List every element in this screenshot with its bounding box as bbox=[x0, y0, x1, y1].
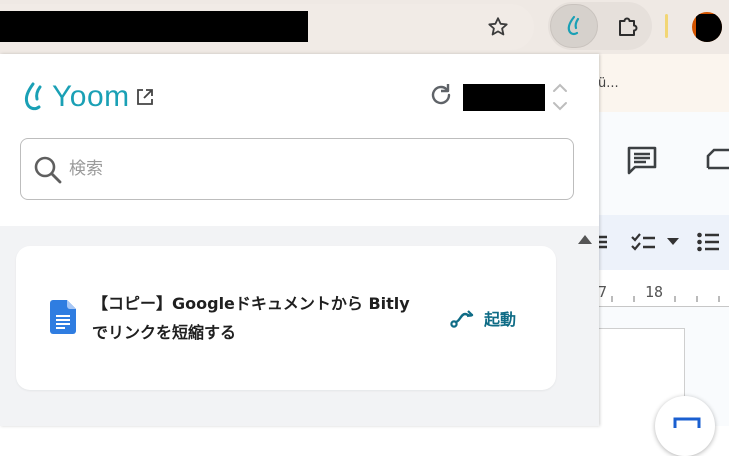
refresh-icon[interactable] bbox=[428, 82, 454, 108]
google-docs-icon bbox=[50, 300, 76, 334]
run-button-label: 起動 bbox=[484, 310, 517, 329]
redacted-avatar bbox=[696, 14, 722, 42]
floating-action-button[interactable] bbox=[655, 396, 715, 456]
docs-format-toolbar bbox=[597, 215, 729, 270]
yoom-extension-button[interactable] bbox=[550, 4, 598, 48]
bookmarks-strip-text: ü... bbox=[598, 76, 619, 91]
flow-card[interactable]: 【コピー】Googleドキュメントから Bitlyでリンクを短縮する 起動 bbox=[16, 246, 556, 390]
search-input[interactable] bbox=[69, 157, 549, 181]
bulleted-list-icon[interactable] bbox=[697, 232, 719, 252]
browser-toolbar bbox=[0, 0, 729, 54]
checklist-icon[interactable] bbox=[631, 232, 657, 252]
popup-header: Yoom bbox=[0, 54, 599, 226]
puzzle-icon bbox=[619, 17, 638, 36]
folder-icon[interactable] bbox=[706, 148, 729, 172]
star-icon bbox=[488, 17, 508, 36]
run-button[interactable]: 起動 bbox=[450, 304, 516, 332]
yoom-popup: Yoom 【コピー】G bbox=[0, 54, 599, 426]
ruler-number: 18 bbox=[645, 283, 664, 301]
extensions-menu-button[interactable] bbox=[612, 10, 644, 42]
comment-icon[interactable] bbox=[626, 144, 658, 176]
docs-ruler bbox=[599, 270, 729, 307]
yoom-logo-link[interactable]: Yoom bbox=[22, 80, 154, 114]
workspace-selector[interactable] bbox=[463, 84, 545, 111]
ruler-ticks bbox=[611, 296, 720, 302]
chevron-up-down-icon[interactable] bbox=[552, 82, 568, 112]
ruler-number: 7 bbox=[598, 283, 608, 301]
launch-icon bbox=[450, 310, 474, 328]
external-link-icon bbox=[136, 89, 153, 105]
flow-title: 【コピー】Googleドキュメントから Bitlyでリンクを短縮する bbox=[92, 294, 410, 342]
search-icon bbox=[34, 156, 62, 184]
redacted-url bbox=[0, 11, 308, 42]
toolbar-divider bbox=[665, 14, 668, 38]
search-box[interactable] bbox=[20, 138, 574, 200]
bookmark-star-button[interactable] bbox=[483, 12, 513, 42]
chevron-down-icon[interactable] bbox=[667, 238, 679, 246]
yoom-extension-icon bbox=[567, 15, 580, 36]
fab-icon bbox=[673, 417, 701, 428]
yoom-logo-mark-icon bbox=[24, 82, 42, 111]
yoom-logo-text: Yoom bbox=[52, 80, 130, 113]
caret-up-icon[interactable] bbox=[578, 234, 592, 244]
profile-avatar-button[interactable] bbox=[692, 12, 722, 42]
